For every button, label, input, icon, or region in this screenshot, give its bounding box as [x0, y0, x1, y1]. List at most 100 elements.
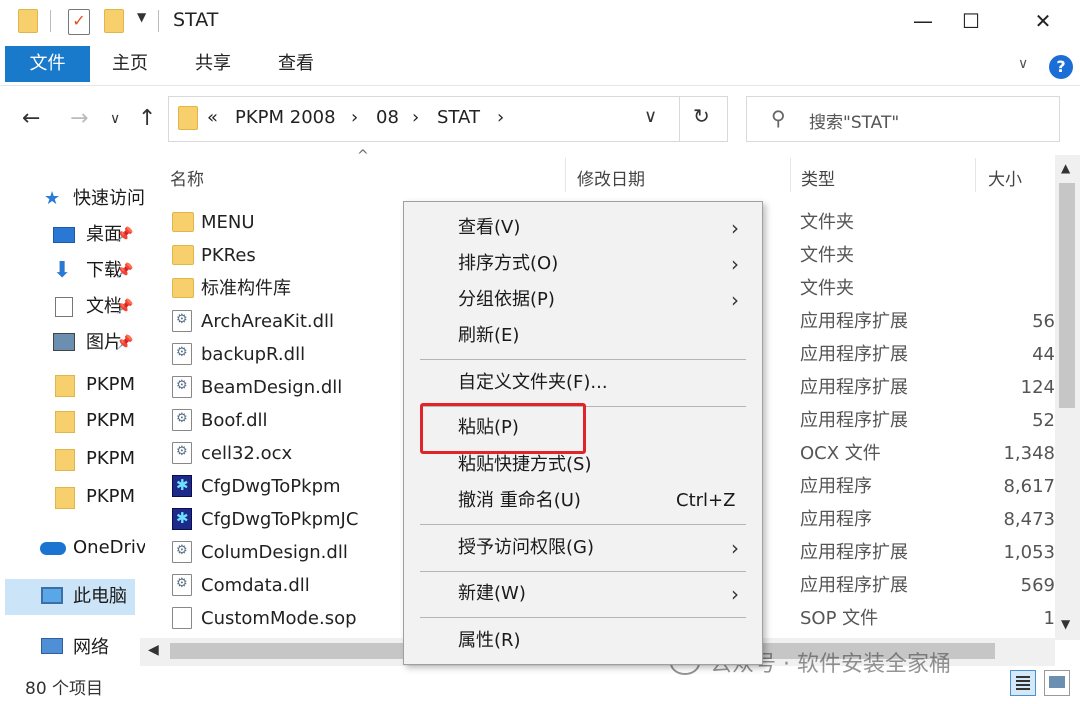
column-divider[interactable]: [790, 158, 791, 192]
menu-item-group-by[interactable]: 分组依据(P) ›: [405, 282, 762, 318]
submenu-arrow-icon: ›: [731, 252, 739, 276]
recent-locations-button[interactable]: ∨: [110, 100, 120, 138]
menu-item-properties[interactable]: 属性(R): [405, 623, 762, 659]
menu-item-refresh[interactable]: 刷新(E): [405, 318, 762, 354]
menu-item-shortcut: Ctrl+Z: [676, 490, 736, 511]
dll-file-icon: [172, 567, 192, 600]
breadcrumb-stat[interactable]: STAT: [437, 107, 480, 128]
refresh-button[interactable]: ↻: [693, 104, 710, 128]
properties-icon[interactable]: ✓: [68, 9, 90, 35]
menu-item-undo-rename[interactable]: 撤消 重命名(U) Ctrl+Z: [405, 483, 762, 519]
column-header-name[interactable]: 名称: [170, 165, 204, 190]
details-view-icon[interactable]: [1010, 670, 1036, 696]
new-folder-icon[interactable]: [104, 9, 124, 33]
nav-item-pictures[interactable]: 图片 📌: [0, 325, 145, 361]
menu-separator: [420, 524, 746, 525]
nav-item-onedrive[interactable]: OneDrive: [0, 530, 145, 566]
nav-item-downloads[interactable]: ⬇ 下载 📌: [0, 253, 145, 289]
tab-home[interactable]: 主页: [112, 46, 148, 82]
minimize-button[interactable]: —: [900, 4, 946, 38]
file-type: 文件夹: [800, 245, 854, 266]
pin-icon: 📌: [116, 263, 134, 279]
menu-item-customize-folder[interactable]: 自定义文件夹(F)...: [405, 365, 762, 401]
nav-item-pkpm[interactable]: PKPM: [0, 403, 145, 439]
menu-separator: [420, 617, 746, 618]
file-size: 1,053: [1003, 542, 1055, 563]
nav-item-pkpm[interactable]: PKPM: [0, 479, 145, 515]
network-icon: [41, 638, 63, 654]
scroll-up-icon[interactable]: ▲: [1061, 161, 1070, 175]
toolbar-divider: [50, 10, 51, 32]
tab-view[interactable]: 查看: [278, 46, 314, 82]
menu-item-sort-by[interactable]: 排序方式(O) ›: [405, 246, 762, 282]
column-header-type[interactable]: 类型: [801, 165, 835, 190]
maximize-button[interactable]: ☐: [948, 4, 994, 38]
nav-item-network[interactable]: 网络: [0, 630, 145, 665]
nav-item-pkpm[interactable]: PKPM: [0, 367, 145, 403]
column-divider[interactable]: [565, 158, 566, 192]
column-header-date[interactable]: 修改日期: [577, 165, 645, 190]
nav-item-quick-access[interactable]: ★ 快速访问: [0, 181, 145, 217]
paste-highlight-box: [420, 403, 586, 454]
toolbar-divider: [158, 10, 159, 32]
vertical-scrollbar[interactable]: ▲ ▼: [1055, 155, 1080, 640]
search-input[interactable]: 搜索"STAT": [809, 108, 899, 133]
file-name: ArchAreaKit.dll: [201, 311, 335, 332]
column-divider[interactable]: [975, 158, 976, 192]
file-name: CfgDwgToPkpmJC: [201, 509, 359, 530]
file-type: OCX 文件: [800, 443, 881, 464]
application-icon: [172, 502, 192, 535]
breadcrumb-separator[interactable]: ›: [497, 107, 504, 128]
column-header-size[interactable]: 大小: [988, 165, 1022, 190]
quick-access-dropdown-icon[interactable]: ▼: [137, 10, 146, 24]
item-count: 80 个项目: [25, 679, 104, 699]
up-button[interactable]: ↑: [138, 100, 156, 138]
close-button[interactable]: ✕: [1020, 4, 1066, 38]
file-name: ColumDesign.dll: [201, 542, 348, 563]
scroll-down-icon[interactable]: ▼: [1061, 617, 1070, 631]
file-size: 1: [1043, 608, 1055, 629]
title-bar: ✓ ▼ STAT — ☐ ✕: [0, 0, 1080, 44]
picture-icon: [53, 333, 75, 351]
forward-button[interactable]: →: [70, 100, 88, 138]
tab-file[interactable]: 文件: [5, 46, 90, 82]
folder-icon: [55, 487, 75, 509]
folder-icon: [55, 375, 75, 397]
breadcrumb-separator[interactable]: ›: [351, 107, 358, 128]
large-icons-view-icon[interactable]: [1044, 670, 1070, 696]
help-icon[interactable]: ?: [1049, 55, 1073, 79]
breadcrumb-separator[interactable]: ›: [412, 107, 419, 128]
folder-icon: [178, 106, 198, 130]
file-size: 56: [1032, 311, 1055, 332]
search-icon: ⚲: [771, 106, 786, 130]
file-type: SOP 文件: [800, 608, 879, 629]
menu-item-label: 分组依据(P): [458, 289, 555, 310]
ribbon-collapse-icon[interactable]: ∨: [1018, 56, 1028, 72]
scroll-left-icon[interactable]: ◀: [148, 642, 159, 658]
breadcrumb-overflow[interactable]: «: [207, 107, 218, 128]
document-icon: [55, 297, 73, 317]
menu-item-new[interactable]: 新建(W) ›: [405, 576, 762, 612]
breadcrumb-08[interactable]: 08: [376, 107, 399, 128]
nav-item-documents[interactable]: 文档 📌: [0, 289, 145, 325]
file-name: backupR.dll: [201, 344, 306, 365]
download-icon: ⬇: [53, 258, 72, 283]
file-type: 应用程序扩展: [800, 542, 908, 563]
breadcrumb-pkpm[interactable]: PKPM 2008: [235, 107, 336, 128]
menu-item-give-access[interactable]: 授予访问权限(G) ›: [405, 530, 762, 566]
window-title: STAT: [173, 9, 219, 31]
search-box[interactable]: ⚲ 搜索"STAT": [746, 96, 1060, 142]
address-dropdown-icon[interactable]: ∨: [644, 106, 657, 127]
address-bar[interactable]: « PKPM 2008 › 08 › STAT › ∨ ↻: [168, 96, 728, 142]
nav-item-pkpm[interactable]: PKPM: [0, 441, 145, 477]
file-size: 569: [1020, 575, 1055, 596]
nav-item-this-pc[interactable]: 此电脑: [5, 579, 135, 615]
submenu-arrow-icon: ›: [731, 216, 739, 240]
tab-share[interactable]: 共享: [195, 46, 231, 82]
pin-icon: 📌: [116, 299, 134, 315]
nav-item-desktop[interactable]: 桌面 📌: [0, 217, 145, 253]
menu-item-view[interactable]: 查看(V) ›: [405, 210, 762, 246]
back-button[interactable]: ←: [22, 100, 40, 138]
folder-icon: [172, 212, 194, 232]
scrollbar-thumb[interactable]: [1059, 183, 1075, 408]
